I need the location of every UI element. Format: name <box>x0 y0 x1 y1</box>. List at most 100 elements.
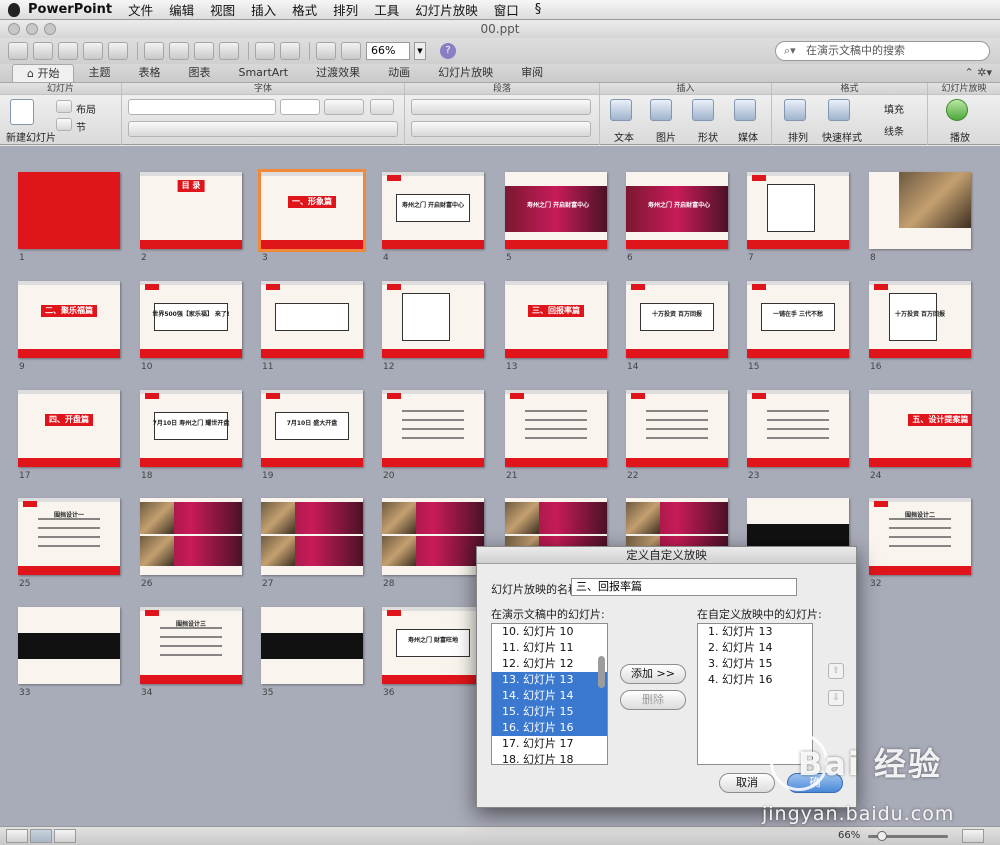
slide-thumbnail[interactable] <box>261 607 363 684</box>
list-item[interactable]: 15. 幻灯片 15 <box>492 704 607 720</box>
slide-thumbnail[interactable] <box>382 390 484 467</box>
font-family-field[interactable] <box>128 99 276 115</box>
media-button[interactable]: 媒体 <box>738 129 758 144</box>
slide-thumbnail[interactable]: 十万投资 百万回报 <box>869 281 971 358</box>
slide-thumbnail[interactable]: 寿州之门 开启财富中心 <box>382 172 484 249</box>
slide-thumbnail[interactable]: 围挡设计三 <box>140 607 242 684</box>
text-button[interactable]: 文本 <box>614 129 634 144</box>
menu-file[interactable]: 文件 <box>128 0 153 19</box>
slide-thumbnail[interactable] <box>261 281 363 358</box>
slide-thumbnail[interactable]: 五、设计提案篇 <box>869 390 973 467</box>
minimize-window-button[interactable] <box>26 23 38 35</box>
tab-home[interactable]: ⌂ 开始 <box>12 64 75 82</box>
normal-view-button[interactable] <box>6 829 28 843</box>
undo-icon[interactable] <box>255 42 275 60</box>
fit-window-icon[interactable] <box>962 829 984 843</box>
slide-thumbnail[interactable]: 目 录 <box>140 172 242 249</box>
quick-styles-button[interactable]: 快速样式 <box>822 129 862 144</box>
list-item[interactable]: 2. 幻灯片 14 <box>698 640 812 656</box>
zoom-slider-handle[interactable] <box>877 831 887 841</box>
quick-styles-icon[interactable] <box>828 99 850 121</box>
format-painter-icon[interactable] <box>219 42 239 60</box>
slide-thumbnail[interactable] <box>747 390 849 467</box>
help-icon[interactable]: ? <box>440 43 456 59</box>
section-icon[interactable] <box>56 118 72 131</box>
picture-button[interactable]: 图片 <box>656 129 676 144</box>
slide-thumbnail[interactable]: 三、回报率篇 <box>505 281 607 358</box>
search-input[interactable]: ⌕▾ 在演示文稿中的搜索 <box>775 41 990 61</box>
menu-format[interactable]: 格式 <box>292 0 317 19</box>
list-buttons[interactable] <box>411 99 591 115</box>
shape-icon[interactable] <box>692 99 714 121</box>
slide-thumbnail[interactable]: 世界500强【家乐福】 来了! <box>140 281 242 358</box>
tab-charts[interactable]: 图表 <box>174 64 224 82</box>
apple-icon[interactable] <box>8 2 20 17</box>
list-item[interactable]: 13. 幻灯片 13 <box>492 672 607 688</box>
tab-smartart[interactable]: SmartArt <box>224 64 302 82</box>
slide-thumbnail[interactable] <box>626 390 728 467</box>
slide-thumbnail[interactable] <box>18 607 120 684</box>
layout-icon[interactable] <box>56 100 72 113</box>
tab-review[interactable]: 审阅 <box>507 64 557 82</box>
redo-icon[interactable] <box>280 42 300 60</box>
list-item[interactable]: 3. 幻灯片 15 <box>698 656 812 672</box>
text-icon[interactable] <box>610 99 632 121</box>
section-button[interactable]: 节 <box>76 119 86 134</box>
new-slide-icon[interactable] <box>10 99 34 125</box>
shape-button[interactable]: 形状 <box>698 129 718 144</box>
print-icon[interactable] <box>108 42 128 60</box>
tab-animations[interactable]: 动画 <box>374 64 424 82</box>
list-item[interactable]: 11. 幻灯片 11 <box>492 640 607 656</box>
slide-thumbnail[interactable] <box>18 172 120 249</box>
add-button[interactable]: 添加 >> <box>620 664 686 684</box>
slide-thumbnail[interactable]: 7月10日 盛大开盘 <box>261 390 363 467</box>
slide-thumbnail[interactable]: 四、开盘篇 <box>18 390 120 467</box>
picture-icon[interactable] <box>650 99 672 121</box>
slideshow-view-button[interactable] <box>54 829 76 843</box>
menu-insert[interactable]: 插入 <box>251 0 276 19</box>
new-slide-label[interactable]: 新建幻灯片 <box>6 129 56 144</box>
zoom-field[interactable]: 66% <box>366 42 410 60</box>
slide-thumbnail[interactable]: 寿州之门 开启财富中心 <box>626 172 728 249</box>
menu-window[interactable]: 窗口 <box>494 0 519 19</box>
move-down-icon[interactable]: ⇩ <box>828 690 844 706</box>
cut-icon[interactable] <box>144 42 164 60</box>
menu-view[interactable]: 视图 <box>210 0 235 19</box>
font-grow-icon[interactable] <box>324 99 364 115</box>
list-scrollbar[interactable] <box>598 656 605 688</box>
slide-thumbnail[interactable]: 一铺在手 三代不愁 <box>747 281 849 358</box>
list-item[interactable]: 4. 幻灯片 16 <box>698 672 812 688</box>
open-icon[interactable] <box>58 42 78 60</box>
slide-thumbnail[interactable] <box>140 498 242 575</box>
menu-arrange[interactable]: 排列 <box>333 0 358 19</box>
list-item[interactable]: 18. 幻灯片 18 <box>492 752 607 764</box>
slide-thumbnail[interactable]: 寿州之门 财富旺地 <box>382 607 484 684</box>
font-size-field[interactable] <box>280 99 320 115</box>
slide-thumbnail[interactable] <box>869 172 971 249</box>
script-menu-icon[interactable]: § <box>535 2 542 17</box>
ribbon-collapse-icon[interactable]: ⌃ ✲▾ <box>965 66 992 79</box>
slide-thumbnail[interactable]: 一、形象篇 <box>258 169 366 252</box>
slide-thumbnail[interactable]: 围挡设计二 <box>869 498 971 575</box>
slideshow-icon[interactable] <box>341 42 361 60</box>
sidebar-icon[interactable] <box>316 42 336 60</box>
arrange-icon[interactable] <box>784 99 806 121</box>
arrange-button[interactable]: 排列 <box>788 129 808 144</box>
menu-slideshow[interactable]: 幻灯片放映 <box>415 0 478 19</box>
play-button[interactable]: 播放 <box>950 129 970 144</box>
gallery-icon[interactable] <box>33 42 53 60</box>
move-up-icon[interactable]: ⇧ <box>828 663 844 679</box>
slide-thumbnail[interactable] <box>261 498 363 575</box>
font-style-buttons[interactable] <box>128 121 398 137</box>
show-name-input[interactable]: 三、回报率篇 <box>571 578 797 596</box>
clear-format-icon[interactable] <box>370 99 394 115</box>
list-item[interactable]: 16. 幻灯片 16 <box>492 720 607 736</box>
slide-thumbnail[interactable]: 寿州之门 开启财富中心 <box>505 172 607 249</box>
list-item[interactable]: 12. 幻灯片 12 <box>492 656 607 672</box>
new-icon[interactable] <box>8 42 28 60</box>
fill-button[interactable]: 填充 <box>884 101 904 116</box>
slide-thumbnail[interactable] <box>382 498 484 575</box>
list-item[interactable]: 14. 幻灯片 14 <box>492 688 607 704</box>
list-item[interactable]: 10. 幻灯片 10 <box>492 624 607 640</box>
media-icon[interactable] <box>734 99 756 121</box>
